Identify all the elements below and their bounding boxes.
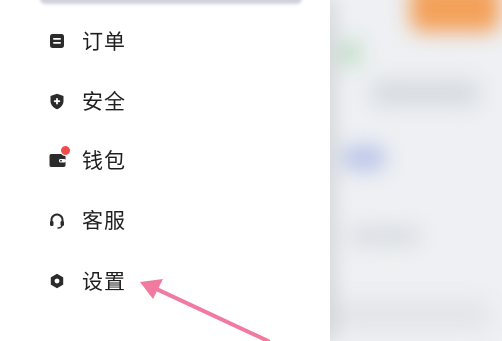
menu-item-label: 订单 — [82, 30, 126, 54]
side-drawer: 订单 安全 钱包 客服 设置 — [0, 0, 330, 341]
menu-item-label: 钱包 — [82, 149, 126, 173]
notification-badge-dot — [60, 145, 71, 156]
blurred-element — [370, 80, 480, 106]
menu-item-orders[interactable]: 订单 — [40, 21, 290, 61]
gear-icon — [48, 272, 66, 290]
menu-item-security[interactable]: 安全 — [40, 81, 290, 121]
wallet-icon — [48, 145, 71, 169]
menu-item-label: 客服 — [82, 209, 126, 233]
menu-item-label: 安全 — [82, 90, 126, 114]
blurred-banner — [410, 0, 500, 32]
background-app-content — [330, 0, 502, 341]
blurred-element — [340, 40, 360, 66]
menu-item-label: 设置 — [82, 270, 126, 294]
menu-item-customer-service[interactable]: 客服 — [40, 200, 290, 240]
blurred-element — [342, 146, 386, 170]
menu-item-settings[interactable]: 设置 — [40, 261, 290, 301]
blurred-element — [350, 228, 420, 244]
receipt-icon — [48, 32, 66, 50]
headset-icon — [48, 211, 66, 229]
drawer-header-strip — [40, 0, 302, 4]
shield-icon — [48, 92, 66, 110]
menu-item-wallet[interactable]: 钱包 — [40, 140, 290, 180]
blurred-element — [330, 300, 490, 330]
